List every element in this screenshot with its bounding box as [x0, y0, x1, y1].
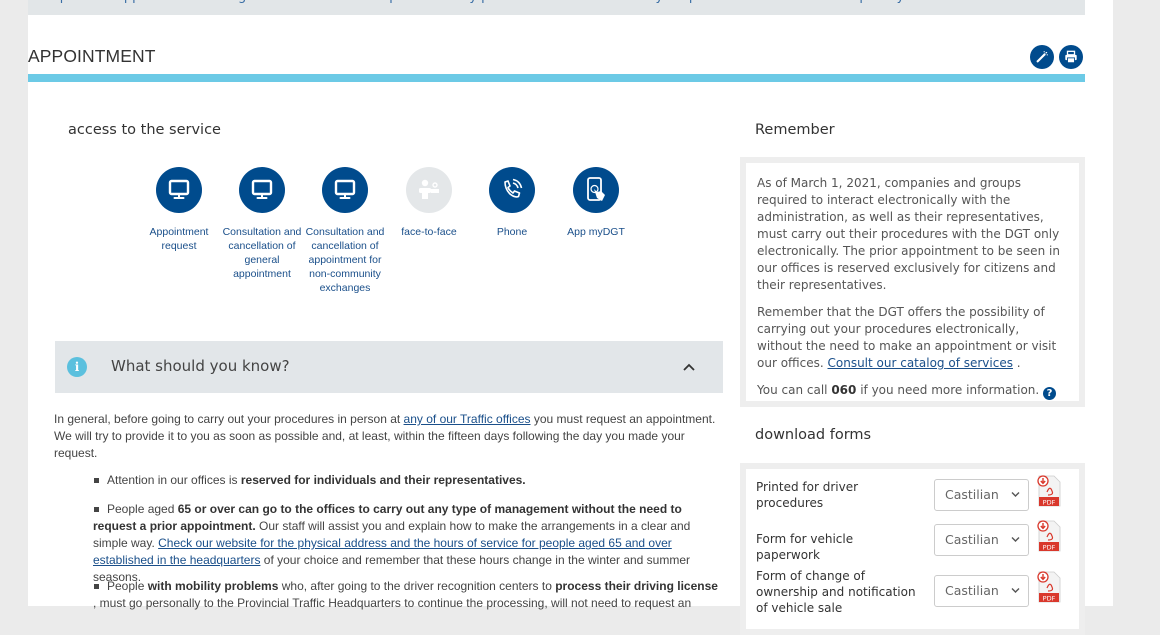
easy-read-button[interactable] [1030, 45, 1054, 69]
chevron-down-icon [1011, 588, 1020, 593]
service-label: Appointment request [149, 226, 209, 252]
service-appointment-request[interactable]: Appointment request [136, 167, 222, 253]
bullet-bold-text: reserved for individuals and their repre… [240, 473, 526, 487]
monitor-icon [168, 179, 190, 199]
remember-paragraph-1: As of March 1, 2021, companies and group… [757, 176, 1060, 292]
language-select[interactable]: Castilian [934, 575, 1029, 607]
service-label: face-to-face [401, 226, 457, 238]
language-select[interactable]: Castilian [934, 479, 1029, 511]
bullet-text: Attention in our offices is [107, 473, 241, 487]
monitor-icon [334, 179, 356, 199]
form-name: Printed for driver procedures [756, 480, 859, 510]
svg-text:PDF: PDF [1043, 544, 1056, 552]
chevron-up-icon[interactable] [681, 359, 697, 375]
bullet-text: People aged [107, 502, 178, 516]
remember-paragraph-2: Remember that the DGT offers the possibi… [757, 304, 1068, 372]
language-select[interactable]: Castilian [934, 524, 1029, 556]
list-item: People with mobility problems who, after… [54, 578, 722, 612]
list-item: Attention in our offices is reserved for… [54, 472, 722, 489]
remember-text-end: . [1012, 356, 1021, 370]
intro-text: In general, before going to carry out yo… [54, 412, 404, 426]
call-text: You can call [757, 383, 832, 397]
service-phone[interactable]: Phone [469, 167, 555, 239]
question-circle-icon[interactable]: ? [1043, 387, 1057, 400]
list-item: People aged 65 or over can go to the off… [54, 501, 722, 586]
remember-heading: Remember [755, 122, 835, 138]
bullet-text: People [107, 579, 148, 593]
intro-paragraph: In general, before going to carry out yo… [54, 411, 722, 462]
printer-icon [1065, 50, 1077, 64]
what-should-you-know-accordion[interactable]: i What should you know? [55, 341, 723, 393]
service-label: Phone [496, 226, 528, 238]
form-name: Form for vehicle paperwork [756, 532, 854, 562]
accordion-title: What should you know? [111, 357, 290, 375]
service-app-mydgt[interactable]: App myDGT [553, 167, 639, 239]
monitor-icon [251, 179, 273, 199]
pdf-download-icon[interactable]: PDF [1034, 571, 1062, 603]
bullet-mobility: People with mobility problems who, after… [54, 578, 722, 612]
info-icon: i [67, 357, 87, 377]
service-face-to-face: face-to-face [386, 167, 472, 239]
page-title: APPOINTMENT [28, 46, 156, 66]
top-notice-text: request an appointment through the elect… [42, 0, 957, 4]
svg-text:PDF: PDF [1043, 499, 1056, 507]
bullet-bold-text: with mobility problems [147, 579, 279, 593]
phone-icon [504, 178, 523, 198]
service-label: App myDGT [567, 226, 625, 238]
bullet-reserved: Attention in our offices is reserved for… [54, 472, 722, 489]
service-label: Consultation and cancellation of general… [222, 226, 302, 280]
download-forms-heading: download forms [755, 427, 872, 443]
pdf-download-icon[interactable]: PDF [1034, 520, 1062, 552]
service-consultation-non-community[interactable]: Consultation and cancellation of appoint… [302, 167, 388, 295]
pdf-download-icon[interactable]: PDF [1034, 475, 1062, 507]
title-underline-bar [28, 74, 1085, 82]
language-select-value: Castilian [945, 487, 999, 502]
remember-box: As of March 1, 2021, companies and group… [740, 157, 1085, 407]
chevron-down-icon [1011, 492, 1020, 497]
download-forms-box: Printed for driver procedures Castilian … [740, 463, 1085, 635]
bullet-text-mid: who, after going to the driver recogniti… [278, 579, 556, 593]
catalog-of-services-link[interactable]: Consult our catalog of services [828, 356, 1013, 370]
print-button[interactable] [1059, 45, 1083, 69]
magic-wand-icon [1036, 51, 1048, 63]
access-heading: access to the service [68, 122, 221, 138]
remember-paragraph-3: You can call 060 if you need more inform… [757, 382, 1068, 400]
phone-number: 060 [831, 383, 857, 397]
service-label: Consultation and cancellation of appoint… [305, 226, 385, 294]
bullet-text-end: , must go personally to the Provincial T… [93, 596, 692, 610]
top-notice-band: request an appointment through the elect… [28, 0, 1085, 15]
person-desk-icon [419, 179, 439, 199]
form-name: Form of change of ownership and notifica… [756, 569, 916, 615]
mobile-touch-icon [587, 177, 605, 201]
svg-text:PDF: PDF [1043, 595, 1056, 603]
chevron-down-icon [1011, 537, 1020, 542]
language-select-value: Castilian [945, 583, 999, 598]
call-text-end: if you need more information. [856, 383, 1044, 397]
service-consultation-general[interactable]: Consultation and cancellation of general… [219, 167, 305, 281]
bullet-aged-65: People aged 65 or over can go to the off… [54, 501, 722, 586]
traffic-offices-link[interactable]: any of our Traffic offices [404, 412, 531, 426]
bullet-bold-text: process their driving license [555, 579, 718, 593]
language-select-value: Castilian [945, 532, 999, 547]
